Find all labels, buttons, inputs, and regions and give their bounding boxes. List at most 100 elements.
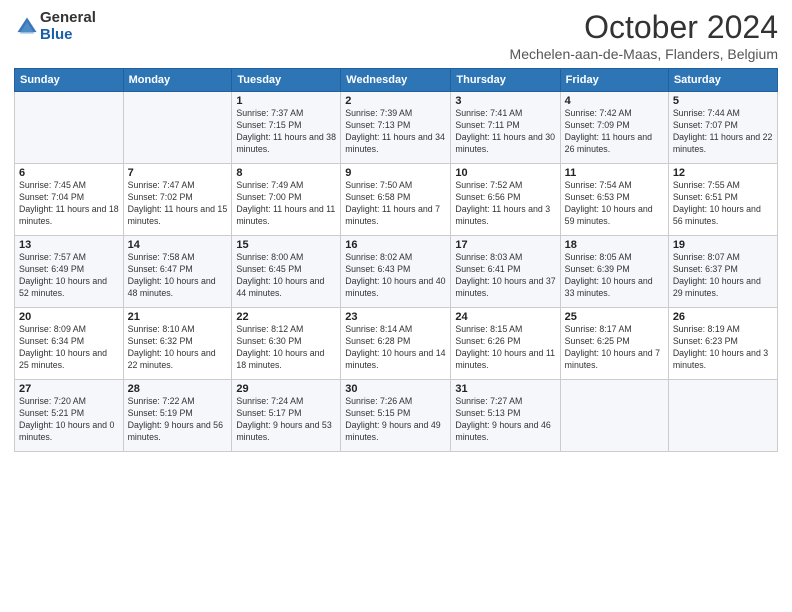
calendar-body: 1Sunrise: 7:37 AMSunset: 7:15 PMDaylight… [15,92,778,452]
day-number: 31 [455,383,555,395]
logo-blue-text: Blue [40,27,96,44]
calendar-cell: 30Sunrise: 7:26 AMSunset: 5:15 PMDayligh… [341,380,451,452]
calendar-table: Sunday Monday Tuesday Wednesday Thursday… [14,68,778,452]
day-number: 21 [128,311,228,323]
calendar-cell: 28Sunrise: 7:22 AMSunset: 5:19 PMDayligh… [123,380,232,452]
day-info: Sunrise: 7:47 AMSunset: 7:02 PMDaylight:… [128,180,228,228]
calendar-cell [123,92,232,164]
calendar-header: Sunday Monday Tuesday Wednesday Thursday… [15,69,778,92]
day-info: Sunrise: 7:22 AMSunset: 5:19 PMDaylight:… [128,396,228,444]
day-number: 1 [236,95,336,107]
day-number: 7 [128,167,228,179]
day-info: Sunrise: 8:10 AMSunset: 6:32 PMDaylight:… [128,324,228,372]
header-row: Sunday Monday Tuesday Wednesday Thursday… [15,69,778,92]
calendar-cell: 25Sunrise: 8:17 AMSunset: 6:25 PMDayligh… [560,308,668,380]
day-info: Sunrise: 7:55 AMSunset: 6:51 PMDaylight:… [673,180,773,228]
calendar-cell: 22Sunrise: 8:12 AMSunset: 6:30 PMDayligh… [232,308,341,380]
day-info: Sunrise: 7:39 AMSunset: 7:13 PMDaylight:… [345,108,446,156]
day-info: Sunrise: 7:45 AMSunset: 7:04 PMDaylight:… [19,180,119,228]
logo-text: General Blue [40,10,96,43]
calendar-cell: 8Sunrise: 7:49 AMSunset: 7:00 PMDaylight… [232,164,341,236]
day-number: 2 [345,95,446,107]
calendar-cell: 11Sunrise: 7:54 AMSunset: 6:53 PMDayligh… [560,164,668,236]
day-number: 30 [345,383,446,395]
day-info: Sunrise: 8:07 AMSunset: 6:37 PMDaylight:… [673,252,773,300]
day-info: Sunrise: 7:57 AMSunset: 6:49 PMDaylight:… [19,252,119,300]
calendar-row-0: 1Sunrise: 7:37 AMSunset: 7:15 PMDaylight… [15,92,778,164]
day-info: Sunrise: 7:37 AMSunset: 7:15 PMDaylight:… [236,108,336,156]
day-info: Sunrise: 7:20 AMSunset: 5:21 PMDaylight:… [19,396,119,444]
calendar-cell: 31Sunrise: 7:27 AMSunset: 5:13 PMDayligh… [451,380,560,452]
header-sunday: Sunday [15,69,124,92]
day-number: 19 [673,239,773,251]
calendar-cell [668,380,777,452]
calendar-cell: 14Sunrise: 7:58 AMSunset: 6:47 PMDayligh… [123,236,232,308]
day-info: Sunrise: 8:05 AMSunset: 6:39 PMDaylight:… [565,252,664,300]
logo: General Blue [14,10,96,43]
calendar-cell: 19Sunrise: 8:07 AMSunset: 6:37 PMDayligh… [668,236,777,308]
header-friday: Friday [560,69,668,92]
day-number: 16 [345,239,446,251]
header-saturday: Saturday [668,69,777,92]
day-number: 23 [345,311,446,323]
day-info: Sunrise: 8:17 AMSunset: 6:25 PMDaylight:… [565,324,664,372]
month-title: October 2024 [510,10,778,45]
calendar-cell: 10Sunrise: 7:52 AMSunset: 6:56 PMDayligh… [451,164,560,236]
day-number: 18 [565,239,664,251]
day-info: Sunrise: 8:00 AMSunset: 6:45 PMDaylight:… [236,252,336,300]
day-number: 29 [236,383,336,395]
day-info: Sunrise: 8:15 AMSunset: 6:26 PMDaylight:… [455,324,555,372]
calendar-cell: 12Sunrise: 7:55 AMSunset: 6:51 PMDayligh… [668,164,777,236]
calendar-row-2: 13Sunrise: 7:57 AMSunset: 6:49 PMDayligh… [15,236,778,308]
calendar-row-1: 6Sunrise: 7:45 AMSunset: 7:04 PMDaylight… [15,164,778,236]
day-number: 11 [565,167,664,179]
calendar-cell: 17Sunrise: 8:03 AMSunset: 6:41 PMDayligh… [451,236,560,308]
day-info: Sunrise: 7:58 AMSunset: 6:47 PMDaylight:… [128,252,228,300]
header: General Blue October 2024 Mechelen-aan-d… [14,10,778,62]
day-number: 14 [128,239,228,251]
calendar-cell [560,380,668,452]
day-number: 28 [128,383,228,395]
day-info: Sunrise: 7:49 AMSunset: 7:00 PMDaylight:… [236,180,336,228]
day-number: 24 [455,311,555,323]
title-section: October 2024 Mechelen-aan-de-Maas, Fland… [510,10,778,62]
calendar-cell: 23Sunrise: 8:14 AMSunset: 6:28 PMDayligh… [341,308,451,380]
calendar-cell: 26Sunrise: 8:19 AMSunset: 6:23 PMDayligh… [668,308,777,380]
day-info: Sunrise: 8:02 AMSunset: 6:43 PMDaylight:… [345,252,446,300]
calendar-row-4: 27Sunrise: 7:20 AMSunset: 5:21 PMDayligh… [15,380,778,452]
day-info: Sunrise: 7:41 AMSunset: 7:11 PMDaylight:… [455,108,555,156]
day-number: 26 [673,311,773,323]
logo-icon [16,16,38,38]
day-number: 8 [236,167,336,179]
calendar-cell: 24Sunrise: 8:15 AMSunset: 6:26 PMDayligh… [451,308,560,380]
day-info: Sunrise: 7:44 AMSunset: 7:07 PMDaylight:… [673,108,773,156]
day-number: 25 [565,311,664,323]
day-number: 4 [565,95,664,107]
calendar-cell: 6Sunrise: 7:45 AMSunset: 7:04 PMDaylight… [15,164,124,236]
calendar-cell: 18Sunrise: 8:05 AMSunset: 6:39 PMDayligh… [560,236,668,308]
header-monday: Monday [123,69,232,92]
calendar-cell: 27Sunrise: 7:20 AMSunset: 5:21 PMDayligh… [15,380,124,452]
day-info: Sunrise: 8:19 AMSunset: 6:23 PMDaylight:… [673,324,773,372]
day-number: 22 [236,311,336,323]
calendar-cell: 29Sunrise: 7:24 AMSunset: 5:17 PMDayligh… [232,380,341,452]
calendar-cell: 9Sunrise: 7:50 AMSunset: 6:58 PMDaylight… [341,164,451,236]
day-number: 9 [345,167,446,179]
header-thursday: Thursday [451,69,560,92]
calendar-cell: 1Sunrise: 7:37 AMSunset: 7:15 PMDaylight… [232,92,341,164]
location-title: Mechelen-aan-de-Maas, Flanders, Belgium [510,46,778,62]
calendar-cell: 13Sunrise: 7:57 AMSunset: 6:49 PMDayligh… [15,236,124,308]
calendar-cell: 15Sunrise: 8:00 AMSunset: 6:45 PMDayligh… [232,236,341,308]
day-info: Sunrise: 7:24 AMSunset: 5:17 PMDaylight:… [236,396,336,444]
day-number: 20 [19,311,119,323]
calendar-cell: 3Sunrise: 7:41 AMSunset: 7:11 PMDaylight… [451,92,560,164]
day-number: 6 [19,167,119,179]
day-info: Sunrise: 7:52 AMSunset: 6:56 PMDaylight:… [455,180,555,228]
calendar-cell: 4Sunrise: 7:42 AMSunset: 7:09 PMDaylight… [560,92,668,164]
day-number: 10 [455,167,555,179]
calendar-cell: 2Sunrise: 7:39 AMSunset: 7:13 PMDaylight… [341,92,451,164]
day-info: Sunrise: 7:54 AMSunset: 6:53 PMDaylight:… [565,180,664,228]
day-info: Sunrise: 7:50 AMSunset: 6:58 PMDaylight:… [345,180,446,228]
day-info: Sunrise: 8:09 AMSunset: 6:34 PMDaylight:… [19,324,119,372]
header-wednesday: Wednesday [341,69,451,92]
